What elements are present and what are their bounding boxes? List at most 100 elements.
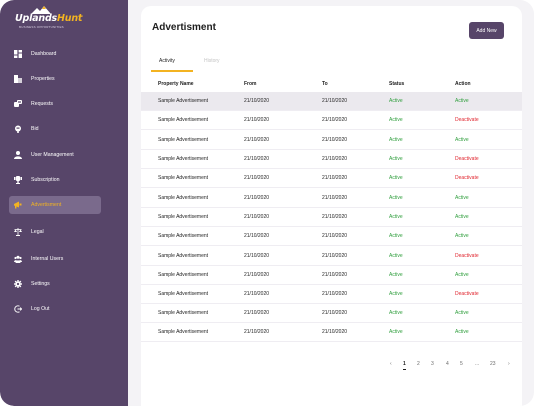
table-row[interactable]: Sample Advertisement 21/10/2020 21/10/2020… — [141, 323, 522, 342]
table-row[interactable]: Sample Advertisement 21/10/2020 21/10/2020… — [141, 92, 522, 111]
sidebar-item-log-out[interactable]: Log Out — [9, 300, 101, 318]
sidebar-item-legal[interactable]: Legal — [9, 223, 101, 241]
cell-action[interactable]: Active — [455, 233, 469, 239]
cell-property-name: Sample Advertisement — [158, 137, 209, 143]
sidebar-item-dashboard[interactable]: Dashboard — [9, 45, 101, 63]
sidebar-item-label: Properties — [31, 76, 55, 82]
sidebar-item-properties[interactable]: Properties — [9, 70, 101, 88]
cell-status: Active — [389, 98, 403, 104]
scales-icon — [9, 228, 27, 236]
sidebar-item-user-management[interactable]: User Management — [9, 146, 101, 164]
tab-history[interactable]: History — [204, 58, 220, 64]
table-row[interactable]: Sample Advertisement 21/10/2020 21/10/2020… — [141, 111, 522, 130]
table-row[interactable]: Sample Advertisement 21/10/2020 21/10/2020… — [141, 285, 522, 304]
pagination-next-button[interactable]: › — [508, 361, 510, 367]
cell-action[interactable]: Deactivate — [455, 156, 479, 162]
table-row[interactable]: Sample Advertisement 21/10/2020 21/10/2020… — [141, 208, 522, 227]
cell-from: 21/10/2020 — [244, 253, 270, 259]
sidebar-item-settings[interactable]: Settings — [9, 275, 101, 293]
cell-to: 21/10/2020 — [322, 253, 348, 259]
cell-action[interactable]: Deactivate — [455, 291, 479, 297]
table-row[interactable]: Sample Advertisement 21/10/2020 21/10/2020… — [141, 131, 522, 150]
cell-action[interactable]: Active — [455, 329, 469, 335]
logout-icon — [9, 305, 27, 313]
cell-status: Active — [389, 195, 403, 201]
cell-to: 21/10/2020 — [322, 310, 348, 316]
table-row[interactable]: Sample Advertisement 21/10/2020 21/10/2020… — [141, 266, 522, 285]
sidebar-item-label: Settings — [31, 281, 50, 287]
sidebar-item-label: Internal Users — [31, 256, 64, 262]
sidebar-item-requests[interactable]: Requests — [9, 95, 101, 113]
cell-status: Active — [389, 117, 403, 123]
properties-icon — [9, 75, 27, 83]
column-header-status[interactable]: Status — [389, 81, 404, 87]
pagination-prev-button[interactable]: ‹ — [390, 361, 392, 367]
pagination-page-2[interactable]: 2 — [417, 361, 420, 367]
cell-action[interactable]: Active — [455, 214, 469, 220]
pagination-page-5[interactable]: 5 — [460, 361, 463, 367]
sidebar-item-label: Dashboard — [31, 51, 57, 57]
sidebar-item-label: Subscription — [31, 177, 60, 183]
cell-from: 21/10/2020 — [244, 329, 270, 335]
table-row[interactable]: Sample Advertisement 21/10/2020 21/10/2020… — [141, 304, 522, 323]
column-header-property-name[interactable]: Property Name — [158, 81, 194, 87]
user-icon — [9, 151, 27, 159]
cell-from: 21/10/2020 — [244, 156, 270, 162]
page-title: Advertisment — [152, 22, 216, 33]
cell-from: 21/10/2020 — [244, 195, 270, 201]
pagination-page-1[interactable]: 1 — [403, 361, 406, 370]
cell-from: 21/10/2020 — [244, 137, 270, 143]
cell-from: 21/10/2020 — [244, 175, 270, 181]
brand-tagline: BUSINESS OPPORTUNITIES — [19, 25, 64, 29]
cell-to: 21/10/2020 — [322, 233, 348, 239]
cell-status: Active — [389, 329, 403, 335]
tab-activity[interactable]: Activity — [159, 58, 175, 64]
cell-action[interactable]: Deactivate — [455, 117, 479, 123]
cell-from: 21/10/2020 — [244, 98, 270, 104]
cell-property-name: Sample Advertisement — [158, 117, 209, 123]
cell-status: Active — [389, 310, 403, 316]
cell-action[interactable]: Active — [455, 137, 469, 143]
table-row[interactable]: Sample Advertisement 21/10/2020 21/10/2020… — [141, 227, 522, 246]
table-row[interactable]: Sample Advertisement 21/10/2020 21/10/2020… — [141, 150, 522, 169]
requests-icon — [9, 100, 27, 108]
add-new-button[interactable]: Add New — [469, 22, 504, 39]
cell-from: 21/10/2020 — [244, 272, 270, 278]
cell-action[interactable]: Deactivate — [455, 253, 479, 259]
cell-property-name: Sample Advertisement — [158, 253, 209, 259]
cell-action[interactable]: Active — [455, 195, 469, 201]
active-tab-indicator — [151, 70, 193, 72]
subscription-icon — [9, 176, 27, 184]
logo[interactable]: UplandsHunt BUSINESS OPPORTUNITIES — [15, 6, 82, 29]
sidebar-item-bid[interactable]: Bid — [9, 120, 101, 138]
cell-action[interactable]: Deactivate — [455, 175, 479, 181]
table-row[interactable]: Sample Advertisement 21/10/2020 21/10/2020… — [141, 169, 522, 188]
cell-from: 21/10/2020 — [244, 233, 270, 239]
table-row[interactable]: Sample Advertisement 21/10/2020 21/10/2020… — [141, 247, 522, 266]
column-header-to[interactable]: To — [322, 81, 328, 87]
cell-to: 21/10/2020 — [322, 156, 348, 162]
cell-action[interactable]: Active — [455, 98, 469, 104]
column-header-from[interactable]: From — [244, 81, 257, 87]
gear-icon — [9, 280, 27, 288]
cell-status: Active — [389, 291, 403, 297]
sidebar-item-internal-users[interactable]: Internal Users — [9, 250, 101, 268]
cell-property-name: Sample Advertisement — [158, 233, 209, 239]
sidebar-item-label: Advertisment — [31, 202, 62, 208]
cell-action[interactable]: Active — [455, 272, 469, 278]
cell-status: Active — [389, 175, 403, 181]
pagination-page-23[interactable]: 23 — [490, 361, 496, 367]
cell-action[interactable]: Active — [455, 310, 469, 316]
sidebar-item-subscription[interactable]: Subscription — [9, 171, 101, 189]
cell-property-name: Sample Advertisement — [158, 156, 209, 162]
cell-status: Active — [389, 233, 403, 239]
cell-property-name: Sample Advertisement — [158, 195, 209, 201]
cell-property-name: Sample Advertisement — [158, 310, 209, 316]
cell-to: 21/10/2020 — [322, 214, 348, 220]
pagination-page-3[interactable]: 3 — [431, 361, 434, 367]
pagination-page-4[interactable]: 4 — [446, 361, 449, 367]
column-header-action[interactable]: Action — [455, 81, 471, 87]
cell-from: 21/10/2020 — [244, 214, 270, 220]
sidebar-item-advertisment[interactable]: Advertisment — [9, 196, 101, 214]
table-row[interactable]: Sample Advertisement 21/10/2020 21/10/2020… — [141, 189, 522, 208]
